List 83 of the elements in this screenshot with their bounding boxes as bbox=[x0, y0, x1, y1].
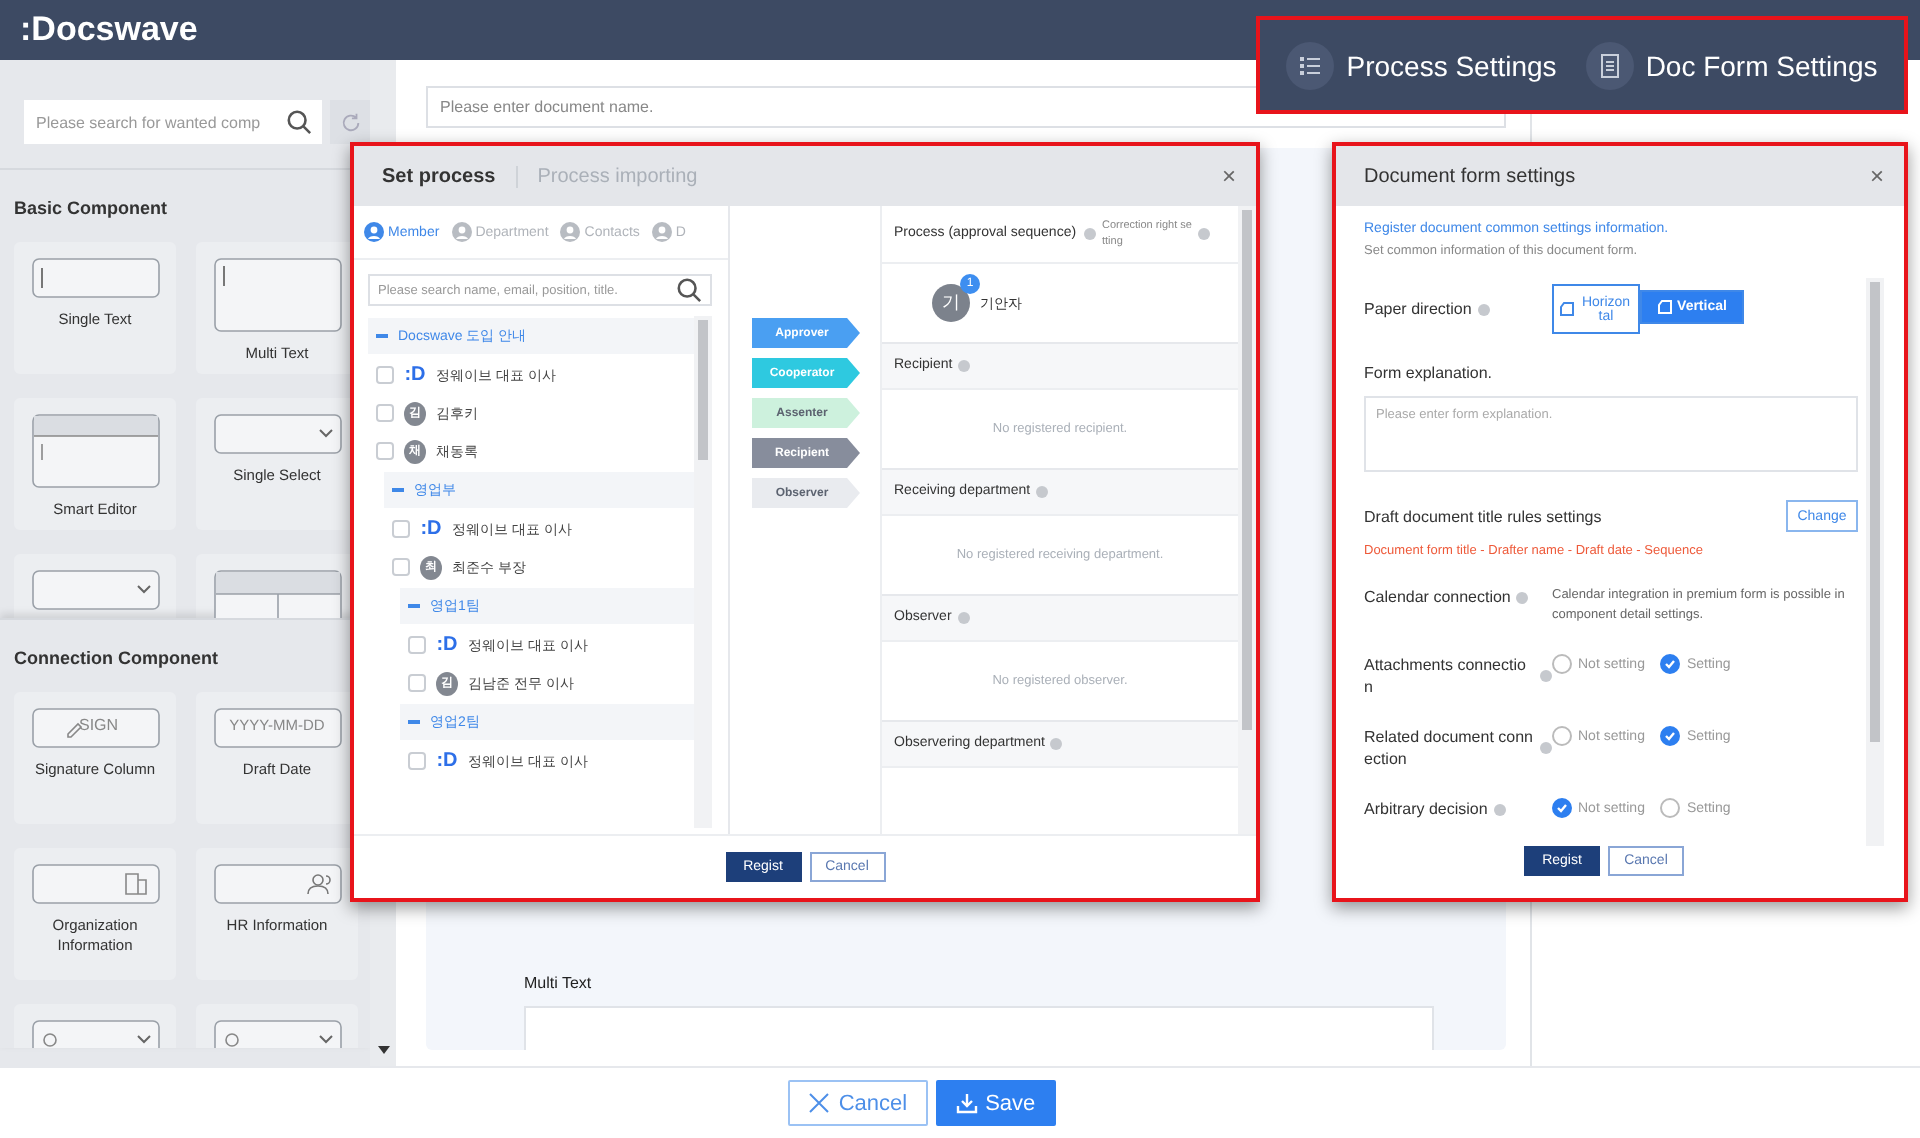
dialog-tab[interactable]: Set process bbox=[382, 165, 518, 187]
setting-label: Related document connection bbox=[1364, 726, 1534, 770]
search-field[interactable]: Please search for wanted comp bbox=[24, 100, 322, 144]
person-icon bbox=[364, 222, 384, 242]
setting-label: Arbitrary decision bbox=[1364, 798, 1488, 820]
help-icon bbox=[1493, 803, 1506, 815]
radio[interactable] bbox=[1552, 726, 1572, 746]
check-icon bbox=[1664, 730, 1677, 742]
editor-icon bbox=[31, 414, 159, 488]
checkbox[interactable] bbox=[376, 366, 394, 384]
close-button[interactable]: × bbox=[1869, 162, 1884, 190]
save-button[interactable]: Save bbox=[935, 1080, 1056, 1126]
settings-button[interactable]: Doc Form Settings bbox=[1585, 41, 1878, 89]
scrollbar[interactable] bbox=[1866, 278, 1884, 846]
help-icon bbox=[1477, 303, 1490, 315]
checkbox[interactable] bbox=[408, 752, 426, 770]
close-button[interactable]: × bbox=[1221, 162, 1236, 190]
list-icon bbox=[1298, 53, 1323, 77]
radio[interactable] bbox=[1660, 654, 1681, 674]
sign-field-icon bbox=[31, 708, 159, 748]
radio[interactable] bbox=[1552, 798, 1572, 818]
help-icon bbox=[958, 360, 971, 372]
checkbox[interactable] bbox=[376, 442, 394, 460]
radio[interactable] bbox=[1660, 798, 1681, 818]
setting-label: Paper direction bbox=[1364, 298, 1472, 320]
help-icon bbox=[1540, 742, 1552, 754]
logo-avatar: :D bbox=[436, 633, 458, 657]
help-icon bbox=[1540, 670, 1552, 682]
app-logo[interactable]: :Docswave bbox=[20, 10, 198, 50]
setting-label: Draft document title rules settings bbox=[1364, 505, 1602, 527]
help-icon bbox=[1084, 228, 1096, 240]
settings-button[interactable]: Process Settings bbox=[1286, 41, 1557, 89]
document-icon bbox=[1597, 53, 1622, 77]
close-icon bbox=[808, 1092, 831, 1114]
section-title: Basic Component bbox=[14, 198, 170, 218]
check-icon bbox=[1664, 658, 1677, 670]
check-icon bbox=[1556, 802, 1568, 814]
person-icon bbox=[560, 222, 581, 242]
checkbox[interactable] bbox=[408, 636, 426, 654]
building-field-icon bbox=[31, 864, 159, 904]
help-icon bbox=[1198, 228, 1210, 240]
cancel-button[interactable]: Cancel bbox=[788, 1080, 928, 1126]
people-field-icon bbox=[213, 864, 341, 904]
text-field-icon bbox=[31, 258, 159, 298]
refresh-icon bbox=[339, 111, 361, 133]
setting-label: Calendar connection bbox=[1364, 586, 1511, 608]
preview-text: SIGN bbox=[79, 716, 119, 734]
search-icon bbox=[286, 109, 312, 135]
checkbox[interactable] bbox=[392, 520, 410, 538]
logo-avatar: :D bbox=[420, 517, 442, 541]
search-icon bbox=[676, 277, 702, 303]
logo-avatar: :D bbox=[404, 363, 426, 387]
setting-label: Form explanation. bbox=[1364, 362, 1493, 384]
field-label: Multi Text bbox=[524, 974, 594, 992]
scrollbar[interactable] bbox=[694, 316, 712, 828]
text-area[interactable] bbox=[524, 1006, 1434, 1050]
text-area-icon bbox=[213, 258, 341, 332]
select-icon bbox=[213, 414, 341, 454]
radio[interactable] bbox=[1660, 726, 1681, 746]
person-icon bbox=[451, 222, 472, 242]
person-icon bbox=[651, 222, 672, 242]
select-icon bbox=[213, 1020, 341, 1048]
checkbox[interactable] bbox=[376, 404, 394, 422]
select-icon bbox=[31, 570, 159, 610]
refresh-button[interactable] bbox=[330, 100, 370, 144]
help-icon bbox=[957, 612, 970, 624]
dialog-title: Document form settings bbox=[1364, 165, 1576, 187]
help-icon bbox=[1036, 486, 1049, 498]
scroll-down-icon[interactable] bbox=[377, 1046, 389, 1054]
help-icon bbox=[1050, 738, 1063, 750]
page-icon bbox=[1657, 300, 1672, 314]
download-icon bbox=[955, 1092, 978, 1114]
radio[interactable] bbox=[1552, 654, 1572, 674]
select-icon bbox=[31, 1020, 159, 1048]
help-icon bbox=[1516, 591, 1529, 603]
scrollbar[interactable] bbox=[1238, 206, 1256, 834]
checkbox[interactable] bbox=[408, 674, 426, 692]
logo-avatar: :D bbox=[436, 749, 458, 773]
page-icon bbox=[1560, 302, 1574, 316]
setting-label: Attachments connection bbox=[1364, 654, 1528, 698]
date-field-icon bbox=[213, 708, 341, 748]
section-title: Connection Component bbox=[14, 648, 220, 668]
checkbox[interactable] bbox=[392, 558, 410, 576]
